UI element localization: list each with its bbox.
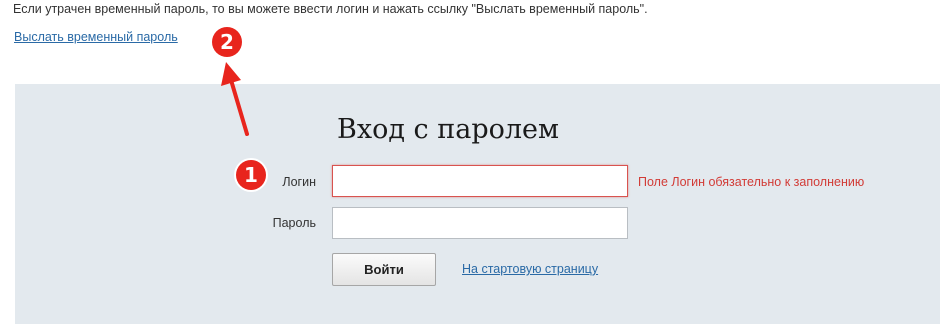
page: Если утрачен временный пароль, то вы мож… [0, 0, 952, 333]
login-submit-button[interactable]: Войти [332, 253, 436, 286]
login-label: Логин [282, 175, 316, 189]
login-input[interactable] [332, 165, 628, 197]
home-page-link[interactable]: На стартовую страницу [462, 262, 598, 276]
password-label: Пароль [272, 216, 316, 230]
login-error-message: Поле Логин обязательно к заполнению [638, 175, 865, 189]
annotation-marker-1: 1 [236, 160, 266, 190]
send-temporary-password-link[interactable]: Выслать временный пароль [14, 30, 178, 44]
instruction-text: Если утрачен временный пароль, то вы мож… [13, 2, 648, 16]
password-input[interactable] [332, 207, 628, 239]
login-form-title: Вход с паролем [337, 114, 559, 145]
annotation-marker-2: 2 [212, 27, 242, 57]
